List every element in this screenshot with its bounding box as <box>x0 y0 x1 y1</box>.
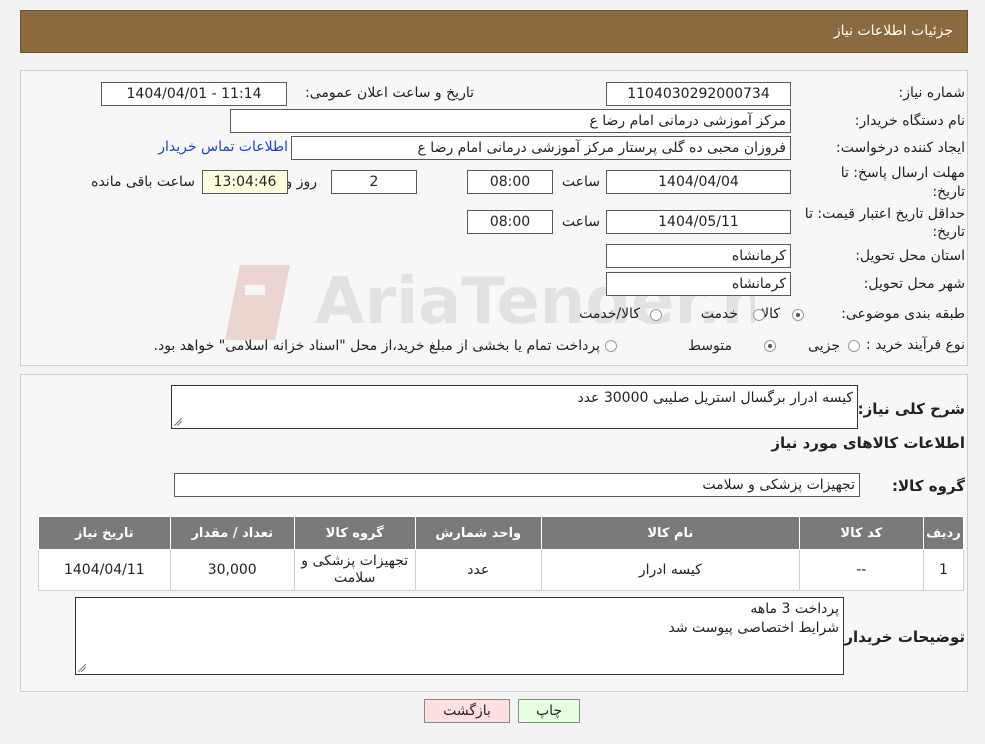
deadline-time-label: ساعت <box>561 174 600 190</box>
group-field: تجهیزات پزشکی و سلامت <box>174 473 860 497</box>
process-label: نوع فرآیند خرید : <box>866 337 965 353</box>
deadline-time-field: 08:00 <box>467 170 553 194</box>
items-title: اطلاعات کالاهای مورد نیاز <box>771 434 965 452</box>
category-radio-goods[interactable] <box>792 309 804 321</box>
process-note: پرداخت تمام یا بخشی از مبلغ خرید،از محل … <box>153 338 600 354</box>
category-label: طبقه بندی موضوعی: <box>841 306 965 322</box>
cell-group: تجهیزات پزشکی و سلامت <box>293 549 416 591</box>
city-label: شهر محل تحویل: <box>863 276 965 292</box>
validity-label: حداقل تاریخ اعتبار قیمت: تا <box>804 206 965 222</box>
group-label: گروه کالا: <box>892 477 965 495</box>
creator-label: ایجاد کننده درخواست: <box>836 140 965 156</box>
back-button[interactable]: بازگشت <box>424 699 510 723</box>
need-number-field: 1104030292000734 <box>606 82 791 106</box>
col-name: نام کالا <box>540 516 800 550</box>
print-button[interactable]: چاپ <box>518 699 580 723</box>
buyer-notes-label: توضیحات خریدار: <box>838 628 965 646</box>
summary-label: شرح کلی نیاز: <box>857 400 965 418</box>
validity-label-2: تاریخ: <box>932 224 965 240</box>
summary-field[interactable]: کیسه ادرار برگسال استریل صلیبی 30000 عدد <box>171 385 858 429</box>
deadline-label: مهلت ارسال پاسخ: تا <box>840 165 965 181</box>
buyer-contact-link[interactable]: اطلاعات تماس خریدار <box>158 139 288 155</box>
page-header: جزئیات اطلاعات نیاز <box>20 10 968 53</box>
deadline-label-2: تاریخ: <box>932 184 965 200</box>
validity-time-field: 08:00 <box>467 210 553 234</box>
resize-handle-icon[interactable] <box>78 664 86 672</box>
creator-field: فروزان محبی ده گلی پرستار مرکز آموزشی در… <box>291 136 791 160</box>
remaining-time-field: 13:04:46 <box>202 170 288 194</box>
process-radio-medium[interactable] <box>764 340 776 352</box>
col-date: تاریخ نیاز <box>38 516 171 550</box>
province-field: کرمانشاه <box>606 244 791 268</box>
deadline-date-field: 1404/04/04 <box>606 170 791 194</box>
col-unit: واحد شمارش <box>414 516 542 550</box>
remaining-label: ساعت باقی مانده <box>91 174 195 190</box>
table-row: 1 -- کیسه ادرار عدد تجهیزات پزشکی و سلام… <box>38 549 965 591</box>
days-label: روز و <box>285 174 318 190</box>
cell-date: 1404/04/11 <box>38 549 171 591</box>
need-number-label: شماره نیاز: <box>898 85 966 101</box>
process-radio-small[interactable] <box>848 340 860 352</box>
col-code: کد کالا <box>798 516 924 550</box>
buyer-notes-line-1: پرداخت 3 ماهه <box>750 601 839 617</box>
items-table-wrapper: ردیف کد کالا نام کالا واحد شمارش گروه کا… <box>38 516 965 591</box>
province-label: استان محل تحویل: <box>855 248 965 264</box>
cell-unit: عدد <box>414 549 542 591</box>
category-option-service: خدمت <box>700 306 738 322</box>
announce-field: 1404/04/01 - 11:14 <box>101 82 287 106</box>
buyer-org-field: مرکز آموزشی درمانی امام رضا ع <box>230 109 791 133</box>
category-radio-both[interactable] <box>650 309 662 321</box>
col-qty: تعداد / مقدار <box>169 516 295 550</box>
process-option-medium: متوسط <box>688 338 732 354</box>
process-radio-treasury[interactable] <box>605 340 617 352</box>
cell-code: -- <box>798 549 924 591</box>
validity-date-field: 1404/05/11 <box>606 210 791 234</box>
items-table: ردیف کد کالا نام کالا واحد شمارش گروه کا… <box>38 516 965 591</box>
buyer-notes-line-2: شرایط اختصاصی پیوست شد <box>668 620 839 636</box>
resize-handle-icon[interactable] <box>174 418 182 426</box>
cell-row: 1 <box>922 549 965 591</box>
city-field: کرمانشاه <box>606 272 791 296</box>
col-row: ردیف <box>922 516 965 550</box>
process-option-small: جزیی <box>808 338 840 354</box>
category-radio-service[interactable] <box>753 309 765 321</box>
buyer-org-label: نام دستگاه خریدار: <box>854 113 965 129</box>
cell-name: کیسه ادرار <box>540 549 800 591</box>
col-group: گروه کالا <box>293 516 416 550</box>
table-header-row: ردیف کد کالا نام کالا واحد شمارش گروه کا… <box>38 516 965 550</box>
days-field: 2 <box>331 170 417 194</box>
summary-text: کیسه ادرار برگسال استریل صلیبی 30000 عدد <box>577 390 853 406</box>
validity-time-label: ساعت <box>561 214 600 230</box>
category-option-both: کالا/خدمت <box>579 306 640 322</box>
page-title: جزئیات اطلاعات نیاز <box>833 23 953 39</box>
buyer-notes-field[interactable]: پرداخت 3 ماهه شرایط اختصاصی پیوست شد <box>75 597 844 675</box>
announce-label: تاریخ و ساعت اعلان عمومی: <box>305 85 474 101</box>
cell-qty: 30,000 <box>169 549 295 591</box>
